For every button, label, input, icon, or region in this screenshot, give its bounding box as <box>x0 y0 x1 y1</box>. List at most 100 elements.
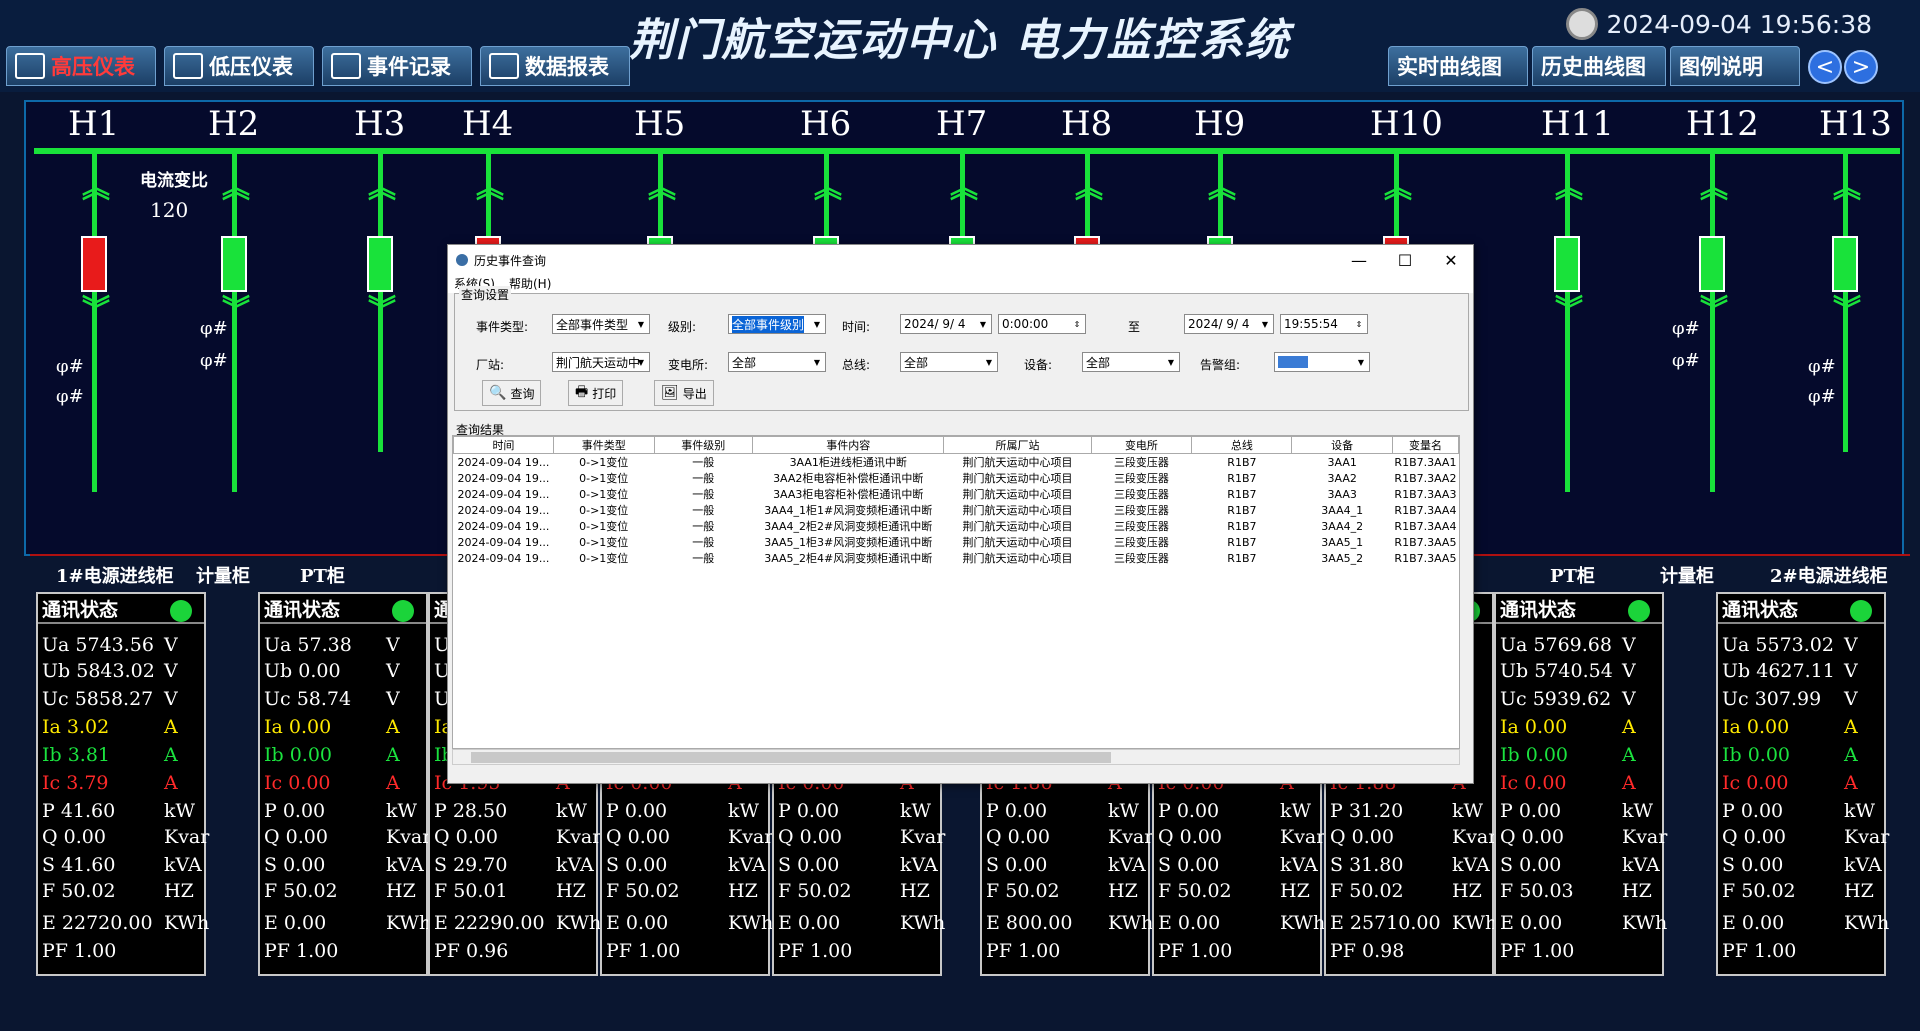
nav-tab-1[interactable]: 高压仪表 <box>6 46 156 86</box>
table-cell: R1B7.3AA2 <box>1394 471 1457 485</box>
table-cell: R1B7 <box>1227 519 1257 533</box>
meter-row-e: E 22290.00 KWh <box>434 912 602 934</box>
column-header[interactable]: 总线 <box>1191 436 1293 454</box>
scrollbar-thumb[interactable] <box>471 752 1111 763</box>
column-header[interactable]: 事件内容 <box>752 436 945 454</box>
next-page-button[interactable]: > <box>1844 50 1878 84</box>
table-row[interactable]: 2024-09-04 19... 0->1变位 一般 3AA4_1柜1#风洞变频柜通讯… <box>454 502 1459 518</box>
bus-select[interactable]: 全部 ▼ <box>900 352 998 372</box>
meter-row-q: Q 0.00 Kvar <box>606 826 774 848</box>
table-cell: 荆门航天运动中心项目 <box>962 488 1073 501</box>
nav-right-tab-1[interactable]: 实时曲线图 <box>1388 46 1528 86</box>
table-row[interactable]: 2024-09-04 19... 0->1变位 一般 3AA5_2柜4#风洞变频柜通讯… <box>454 550 1459 566</box>
table-cell: 3AA4_1柜1#风洞变频柜通讯中断 <box>764 504 933 517</box>
meter-row-p: P 0.00 kW <box>1500 800 1654 822</box>
nav-tab-3[interactable]: 事件记录 <box>322 46 472 86</box>
cabinet-label: 2#电源进线柜 <box>1770 566 1888 587</box>
table-row[interactable]: 2024-09-04 19... 0->1变位 一般 3AA3柜电容柜补偿柜通讯中断 荆… <box>454 486 1459 502</box>
minimize-button[interactable]: — <box>1336 245 1382 275</box>
breaker[interactable] <box>1554 236 1580 292</box>
comm-status-indicator <box>1850 600 1872 622</box>
print-button[interactable]: 🖶 打印 <box>568 380 624 406</box>
datetime: 2024-09-04 19:56:38 <box>1606 9 1872 39</box>
level-select[interactable]: 全部事件级别 ▼ <box>728 314 826 334</box>
table-row[interactable]: 2024-09-04 19... 0->1变位 一般 3AA1柜进线柜通讯中断 荆门航天… <box>454 454 1459 471</box>
nav-tab-4[interactable]: 数据报表 <box>480 46 630 86</box>
meter-row-ua: Ua 5743.56 V <box>42 634 178 656</box>
event-type-select[interactable]: 全部事件类型 ▼ <box>552 314 650 334</box>
column-header[interactable]: 事件级别 <box>653 436 754 454</box>
arrow-down-icon: ︾ <box>1555 293 1584 326</box>
column-header[interactable]: 时间 <box>453 436 554 454</box>
menu-help[interactable]: 帮助(H) <box>509 275 551 293</box>
meter-row-s: S 0.00 kVA <box>986 854 1146 876</box>
cabinet-label: 计量柜 <box>1660 566 1714 587</box>
meter-row-f: F 50.02 HZ <box>1722 880 1874 902</box>
date-to-picker[interactable]: 2024/ 9/ 4 ▼ <box>1184 314 1274 334</box>
table-cell: 一般 <box>692 472 715 485</box>
ct-symbol: φ# <box>200 350 228 371</box>
breaker[interactable] <box>367 236 393 292</box>
table-row[interactable]: 2024-09-04 19... 0->1变位 一般 3AA2柜电容柜补偿柜通讯中断 荆… <box>454 470 1459 486</box>
meter-row-q: Q 0.00 Kvar <box>434 826 602 848</box>
station-label: 厂站: <box>476 358 505 372</box>
event-type-label: 事件类型: <box>476 320 529 334</box>
horizontal-scrollbar[interactable] <box>452 749 1460 765</box>
circuit-label: H12 <box>1686 104 1759 144</box>
circuit-label: H2 <box>208 104 260 144</box>
date-from-picker[interactable]: 2024/ 9/ 4 ▼ <box>900 314 992 334</box>
time-to-spinner[interactable]: 19:55:54 ⇕ <box>1280 314 1368 334</box>
table-cell: R1B7.3AA3 <box>1394 487 1457 501</box>
table-cell: 3AA3柜电容柜补偿柜通讯中断 <box>773 488 924 501</box>
meter-icon <box>489 53 519 79</box>
arrow-up-icon: ︽ <box>1075 171 1104 204</box>
maximize-button[interactable]: ☐ <box>1382 245 1428 275</box>
table-row[interactable]: 2024-09-04 19... 0->1变位 一般 3AA4_2柜2#风洞变频柜通讯… <box>454 518 1459 534</box>
table-cell: 荆门航天运动中心项目 <box>962 552 1073 565</box>
column-header[interactable]: 设备 <box>1291 436 1393 454</box>
time-label: 时间: <box>842 320 871 334</box>
meter-row-p: P 0.00 kW <box>986 800 1140 822</box>
meter-row-ub: Ub 4627.11 V <box>1722 660 1858 682</box>
nav-tab-2[interactable]: 低压仪表 <box>164 46 314 86</box>
chevron-down-icon: ▼ <box>979 319 987 329</box>
device-select[interactable]: 全部 ▼ <box>1082 352 1180 372</box>
breaker[interactable] <box>1699 236 1725 292</box>
chevron-down-icon: ▼ <box>813 319 821 329</box>
prev-page-button[interactable]: < <box>1808 50 1842 84</box>
nav-right-tab-2[interactable]: 历史曲线图 <box>1532 46 1666 86</box>
export-button[interactable]: 🖼 导出 <box>654 380 714 406</box>
table-cell: 2024-09-04 19... <box>457 519 550 533</box>
substation-label: 变电所: <box>668 358 709 372</box>
column-header[interactable]: 所属厂站 <box>943 436 1092 454</box>
meter-row-f: F 50.02 HZ <box>1330 880 1482 902</box>
column-header[interactable]: 变量名 <box>1391 436 1459 454</box>
breaker[interactable] <box>221 236 247 292</box>
ct-ratio-value: 120 <box>150 198 189 222</box>
breaker[interactable] <box>81 236 107 292</box>
column-header[interactable]: 事件类型 <box>552 436 655 454</box>
circuit-label: H10 <box>1370 104 1443 144</box>
circuit-label: H11 <box>1541 104 1614 144</box>
time-from-spinner[interactable]: 0:00:00 ⇕ <box>998 314 1086 334</box>
breaker[interactable] <box>1832 236 1858 292</box>
circuit-label: H8 <box>1061 104 1113 144</box>
table-row[interactable]: 2024-09-04 19... 0->1变位 一般 3AA5_1柜3#风洞变频柜通讯… <box>454 534 1459 550</box>
query-button[interactable]: 🔍 查询 <box>482 380 542 406</box>
table-cell: 荆门航天运动中心项目 <box>962 456 1073 469</box>
table-cell: R1B7 <box>1227 487 1257 501</box>
station-select[interactable]: 荆门航天运动中 ▼ <box>552 352 650 372</box>
alarm-group-select[interactable]: ▼ <box>1274 352 1370 372</box>
cabinet-label: 计量柜 <box>196 566 250 587</box>
arrow-down-icon: ︾ <box>1700 293 1729 326</box>
clock: 2024-09-04 19:56:38 <box>1566 8 1872 40</box>
table-cell: 3AA5_1 <box>1321 535 1364 549</box>
meter-row-p: P 0.00 kW <box>264 800 418 822</box>
substation-select[interactable]: 全部 ▼ <box>728 352 826 372</box>
close-button[interactable]: ✕ <box>1428 245 1474 275</box>
column-header[interactable]: 变电所 <box>1090 436 1193 454</box>
meter-panel: 通讯状态 Ua 57.38 V Ub 0.00 V Uc 58.74 V Ia 0.00 A Ib… <box>258 592 431 976</box>
nav-right-tab-3[interactable]: 图例说明 <box>1670 46 1800 86</box>
meter-row-s: S 31.80 kVA <box>1330 854 1490 876</box>
meter-row-uc: Uc 5858.27 V <box>42 688 178 710</box>
